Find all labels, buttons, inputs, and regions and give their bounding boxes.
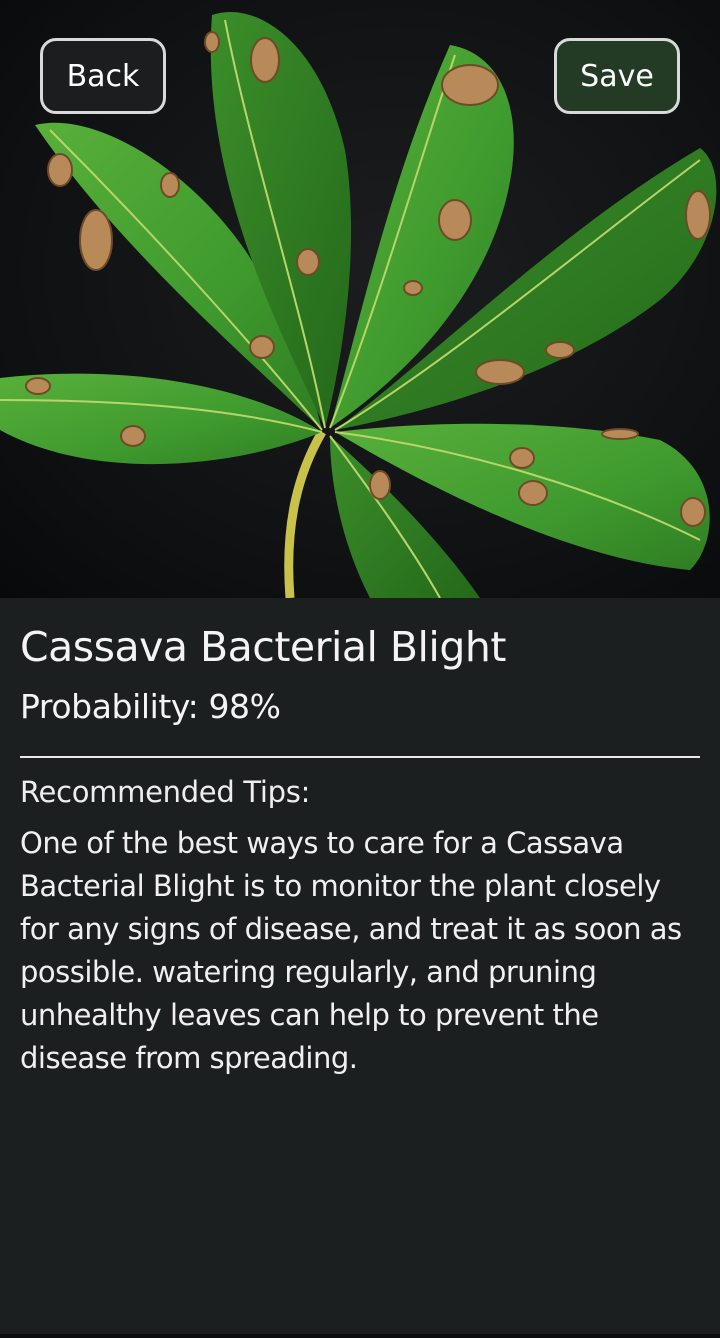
back-button[interactable]: Back	[40, 38, 166, 114]
tips-body: One of the best ways to care for a Cassa…	[20, 826, 682, 1075]
tips-heading: Recommended Tips:	[20, 775, 311, 809]
bottom-edge	[0, 1334, 720, 1338]
save-button[interactable]: Save	[554, 38, 680, 114]
disease-title: Cassava Bacterial Blight	[20, 623, 506, 671]
disease-result-screen: Back Save Cassava Bacterial Blight Proba…	[0, 0, 720, 1338]
leaf-photo: Back Save	[0, 0, 720, 598]
probability-text: Probability: 98%	[20, 687, 281, 726]
divider	[20, 756, 700, 758]
result-details: Cassava Bacterial Blight Probability: 98…	[20, 598, 700, 1080]
